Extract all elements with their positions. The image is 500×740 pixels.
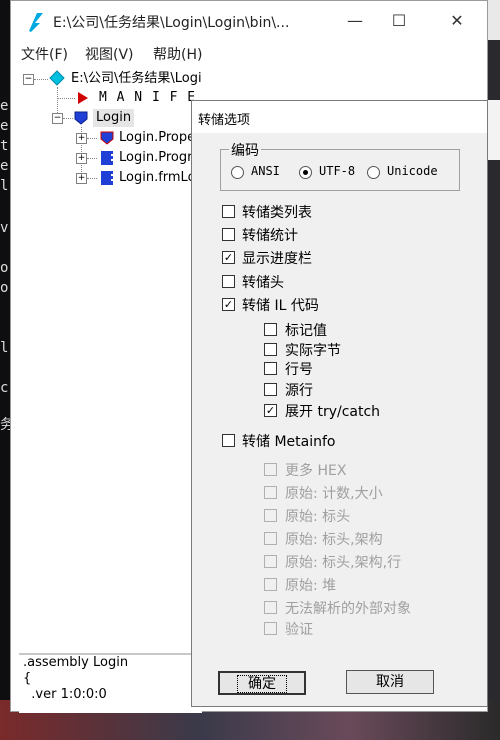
dump-il-label[interactable]: 转储 IL 代码 <box>242 295 319 315</box>
il-code-pane[interactable]: .assembly Login { .ver 1:0:0:0 <box>19 653 202 713</box>
tree-line <box>34 79 48 80</box>
child-expander-1[interactable]: + <box>76 133 87 144</box>
manifest-triangle-icon <box>78 92 88 104</box>
validate-label: 验证 <box>285 622 313 638</box>
dump-options-dialog: 转储选项 编码 ANSI UTF-8 Unicode 转储类列表 转储统计 ✓ … <box>191 100 488 707</box>
encoding-group: 编码 ANSI UTF-8 Unicode <box>220 140 460 191</box>
tree-view[interactable]: − E:\公司\任务结果\Login\Login\bin\Debug\Login… <box>19 67 202 651</box>
raw-counts-checkbox[interactable] <box>264 486 277 499</box>
line-numbers-checkbox[interactable] <box>264 362 277 375</box>
tree-line <box>63 118 73 119</box>
tree-login-label[interactable]: Login <box>93 109 135 127</box>
show-progress-label[interactable]: 显示进度栏 <box>242 248 312 268</box>
raw-counts-label: 原始: 计数,大小 <box>285 486 383 502</box>
il-line: .assembly Login <box>23 655 129 670</box>
raw-heap-checkbox[interactable] <box>264 578 277 591</box>
raw-header-schema-rows-label: 原始: 标头,架构,行 <box>285 555 402 571</box>
class-icon <box>101 151 114 165</box>
ansi-label[interactable]: ANSI <box>251 164 280 178</box>
dump-stats-label[interactable]: 转储统计 <box>242 225 298 245</box>
encoding-group-label: 编码 <box>229 140 261 160</box>
expand-try-catch-label[interactable]: 展开 try/catch <box>285 401 380 421</box>
tree-line <box>87 138 97 139</box>
ok-button[interactable]: 确定 <box>218 671 306 695</box>
background-right-top <box>488 0 500 40</box>
raw-header-label: 原始: 标头 <box>285 509 351 525</box>
cancel-button[interactable]: 取消 <box>346 670 434 694</box>
login-expander[interactable]: − <box>52 113 63 124</box>
dump-header-label[interactable]: 转储头 <box>242 272 284 292</box>
ansi-radio[interactable] <box>231 166 244 179</box>
source-lines-checkbox[interactable] <box>264 383 277 396</box>
source-lines-label[interactable]: 源行 <box>285 380 313 400</box>
show-progress-checkbox[interactable]: ✓ <box>222 251 235 264</box>
more-hex-checkbox[interactable] <box>264 463 277 476</box>
raw-header-schema-label: 原始: 标头,架构 <box>285 532 383 548</box>
tree-line <box>87 158 97 159</box>
menu-bar: 文件(F) 视图(V) 帮助(H) <box>11 41 487 65</box>
tree-root-label[interactable]: E:\公司\任务结果\Login\Login\bin\Debug\Login.e… <box>71 70 202 88</box>
child-expander-3[interactable]: + <box>76 173 87 184</box>
utf8-radio[interactable] <box>299 166 312 179</box>
actual-bytes-label[interactable]: 实际字节 <box>285 340 341 360</box>
background-right-mid <box>488 100 500 160</box>
root-expander[interactable]: − <box>23 74 34 85</box>
dump-class-list-checkbox[interactable] <box>222 205 235 218</box>
ok-button-label: 确定 <box>237 675 287 693</box>
class-icon <box>101 171 114 185</box>
menu-view[interactable]: 视图(V) <box>85 44 134 64</box>
dump-stats-checkbox[interactable] <box>222 228 235 241</box>
raw-heap-label: 原始: 堆 <box>285 578 337 594</box>
unresolved-externals-label: 无法解析的外部对象 <box>285 601 411 617</box>
window-title: E:\公司\任务结果\Login\Login\bin\... <box>53 15 290 31</box>
unresolved-externals-checkbox[interactable] <box>264 601 277 614</box>
expand-try-catch-checkbox[interactable]: ✓ <box>264 404 277 417</box>
line-numbers-label[interactable]: 行号 <box>285 359 313 379</box>
unicode-label[interactable]: Unicode <box>387 164 438 178</box>
class-shield-icon <box>100 131 114 145</box>
dump-il-checkbox[interactable]: ✓ <box>222 298 235 311</box>
unicode-radio[interactable] <box>367 166 380 179</box>
il-line: .ver 1:0:0:0 <box>23 687 107 702</box>
dump-class-list-label[interactable]: 转储类列表 <box>242 202 312 222</box>
raw-header-schema-checkbox[interactable] <box>264 532 277 545</box>
il-line: { <box>23 671 32 686</box>
dump-metainfo-checkbox[interactable] <box>222 434 235 447</box>
menu-help[interactable]: 帮助(H) <box>153 44 202 64</box>
tree-child-2[interactable]: Login.Program <box>119 149 202 167</box>
menu-file[interactable]: 文件(F) <box>21 44 68 64</box>
token-values-checkbox[interactable] <box>264 323 277 336</box>
assembly-diamond-icon <box>49 70 65 86</box>
validate-checkbox[interactable] <box>264 622 277 635</box>
dump-metainfo-label[interactable]: 转储 Metainfo <box>242 431 335 451</box>
actual-bytes-checkbox[interactable] <box>264 343 277 356</box>
tree-child-3[interactable]: Login.frmLogi <box>119 169 202 187</box>
dialog-title: 转储选项 <box>198 113 251 128</box>
raw-header-schema-rows-checkbox[interactable] <box>264 555 277 568</box>
tree-line <box>87 178 97 179</box>
title-bar[interactable]: E:\公司\任务结果\Login\Login\bin\... — ☐ ✕ <box>11 1 487 41</box>
raw-header-checkbox[interactable] <box>264 509 277 522</box>
token-values-label[interactable]: 标记值 <box>285 320 327 340</box>
dialog-title-bar[interactable]: 转储选项 <box>192 101 487 133</box>
minimize-button[interactable]: — <box>341 7 369 35</box>
app-icon <box>29 13 43 32</box>
namespace-shield-icon <box>74 111 88 125</box>
dump-header-checkbox[interactable] <box>222 275 235 288</box>
close-button[interactable]: ✕ <box>443 7 471 35</box>
utf8-label[interactable]: UTF-8 <box>319 164 355 178</box>
tree-manifest-label[interactable]: M A N I F E S T <box>99 89 202 107</box>
maximize-button[interactable]: ☐ <box>385 7 413 35</box>
tree-line <box>57 98 75 99</box>
more-hex-label: 更多 HEX <box>285 463 347 479</box>
tree-child-1[interactable]: Login.Propert <box>119 129 202 147</box>
child-expander-2[interactable]: + <box>76 153 87 164</box>
